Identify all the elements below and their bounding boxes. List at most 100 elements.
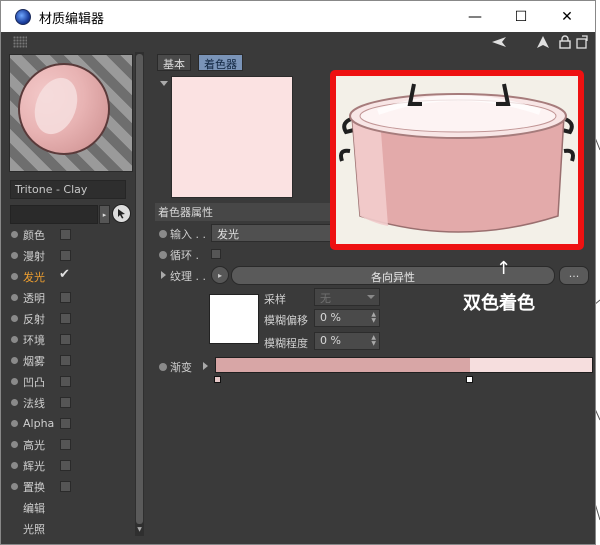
channel-checkbox[interactable]	[60, 460, 71, 471]
expand-icon[interactable]	[574, 34, 590, 50]
gradient-knot-mid[interactable]	[466, 376, 474, 383]
channel-checkbox[interactable]	[60, 250, 71, 261]
channel-item[interactable]: 发光 ✔	[9, 266, 133, 287]
channel-item[interactable]: 烟雾	[9, 350, 133, 371]
channel-label: 漫射	[23, 249, 45, 263]
channel-label: 环境	[23, 333, 45, 347]
channel-label: 烟雾	[23, 354, 45, 368]
checkmark-icon[interactable]: ✔	[59, 267, 70, 282]
pick-cursor-icon[interactable]	[112, 204, 131, 223]
material-preview[interactable]	[9, 54, 133, 172]
material-dropdown[interactable]	[10, 205, 98, 224]
channel-checkbox[interactable]	[60, 334, 71, 345]
channel-item[interactable]: 编辑	[9, 497, 133, 518]
dropdown-arrow-icon[interactable]: ▸	[99, 205, 110, 224]
channel-radio[interactable]	[11, 483, 18, 490]
texture-more-button[interactable]: ...	[559, 266, 589, 285]
channel-item[interactable]: 置换	[9, 476, 133, 497]
shader-properties-header[interactable]: 着色器属性	[155, 203, 331, 221]
channel-item[interactable]: 凹凸	[9, 371, 133, 392]
channel-label: 反射	[23, 312, 45, 326]
texture-expand-icon[interactable]	[161, 271, 166, 279]
channel-label: 透明	[23, 291, 45, 305]
close-button[interactable]: ✕	[544, 1, 590, 32]
channel-checkbox[interactable]	[60, 229, 71, 240]
minimize-button[interactable]: —	[452, 1, 498, 32]
channel-item[interactable]: 光照	[9, 518, 133, 539]
channel-checkbox[interactable]	[60, 292, 71, 303]
sidebar-scrollbar[interactable]: ▼	[135, 52, 144, 536]
lock-icon[interactable]	[557, 34, 573, 50]
grip-icon[interactable]	[13, 36, 27, 48]
callout-pot-illustration	[330, 70, 584, 250]
channel-label: 颜色	[23, 228, 45, 242]
channel-radio[interactable]	[11, 420, 18, 427]
gradient-radio[interactable]	[159, 363, 167, 371]
input-radio[interactable]	[159, 230, 167, 238]
channel-label: 辉光	[23, 459, 45, 473]
channel-radio[interactable]	[11, 273, 18, 280]
texture-row: 纹理 . . ▸ 各向异性 ...	[155, 266, 591, 286]
channel-radio[interactable]	[11, 357, 18, 364]
shader-preview	[171, 76, 293, 198]
channel-checkbox[interactable]	[60, 418, 71, 429]
channel-item[interactable]: 环境	[9, 329, 133, 350]
loop-label: 循环 .	[170, 249, 199, 262]
loop-row: 循环 .	[155, 245, 335, 265]
channel-radio[interactable]	[11, 441, 18, 448]
gradient-expand-icon[interactable]	[203, 362, 208, 370]
channel-label: 置换	[23, 480, 45, 494]
tab-shader[interactable]: 着色器	[198, 54, 243, 71]
channel-item[interactable]: 高光	[9, 434, 133, 455]
loop-radio[interactable]	[159, 251, 167, 259]
channel-radio[interactable]	[11, 315, 18, 322]
blur-offset-field[interactable]: 0 % ▲ ▼	[314, 309, 380, 327]
scroll-down-arrow-icon[interactable]: ▼	[136, 526, 143, 534]
channel-radio[interactable]	[11, 399, 18, 406]
texture-arrow-button[interactable]: ▸	[211, 266, 229, 284]
collapse-arrow-icon[interactable]	[160, 81, 168, 86]
channel-checkbox[interactable]	[60, 355, 71, 366]
input-value-field[interactable]: 发光	[211, 224, 331, 242]
blur-amount-field[interactable]: 0 % ▲ ▼	[314, 332, 380, 350]
channel-checkbox[interactable]	[60, 397, 71, 408]
loop-checkbox[interactable]	[211, 249, 221, 259]
channel-radio[interactable]	[11, 252, 18, 259]
tab-basic[interactable]: 基本	[157, 54, 191, 71]
blur-amount-value: 0 %	[320, 334, 341, 347]
channel-checkbox[interactable]	[60, 376, 71, 387]
channel-item[interactable]: 颜色	[9, 224, 133, 245]
window-title: 材质编辑器	[39, 12, 105, 27]
cursor-icon[interactable]	[535, 34, 551, 50]
gradient-knot-start[interactable]	[214, 376, 221, 383]
back-arrow-icon[interactable]	[491, 34, 507, 50]
sampling-value: 无	[320, 292, 331, 305]
channel-radio[interactable]	[11, 336, 18, 343]
channel-item[interactable]: 漫射	[9, 245, 133, 266]
gradient-bar[interactable]	[215, 357, 593, 373]
input-row: 输入 . . 发光	[155, 224, 335, 244]
channel-item[interactable]: 透明	[9, 287, 133, 308]
title-bar[interactable]: 材质编辑器 — ☐ ✕	[1, 1, 595, 32]
channel-item[interactable]: 反射	[9, 308, 133, 329]
channel-item[interactable]: 法线	[9, 392, 133, 413]
channel-checkbox[interactable]	[60, 439, 71, 450]
channel-radio[interactable]	[11, 462, 18, 469]
stepper-icon[interactable]: ▲ ▼	[371, 335, 376, 347]
maximize-button[interactable]: ☐	[498, 1, 544, 32]
channel-item[interactable]: 辉光	[9, 455, 133, 476]
sampling-dropdown[interactable]: 无	[314, 288, 380, 306]
stepper-icon[interactable]: ▲ ▼	[371, 312, 376, 324]
channel-checkbox[interactable]	[60, 481, 71, 492]
preview-sphere	[18, 63, 110, 155]
channel-item[interactable]: Alpha	[9, 413, 133, 434]
channel-label: 凹凸	[23, 375, 45, 389]
scroll-thumb[interactable]	[136, 54, 143, 524]
channel-radio[interactable]	[11, 378, 18, 385]
channel-radio[interactable]	[11, 231, 18, 238]
texture-thumbnail	[209, 294, 259, 344]
cooking-pot-illustration	[336, 76, 578, 244]
channel-checkbox[interactable]	[60, 313, 71, 324]
material-name-field[interactable]: Tritone - Clay	[10, 180, 126, 199]
channel-radio[interactable]	[11, 294, 18, 301]
